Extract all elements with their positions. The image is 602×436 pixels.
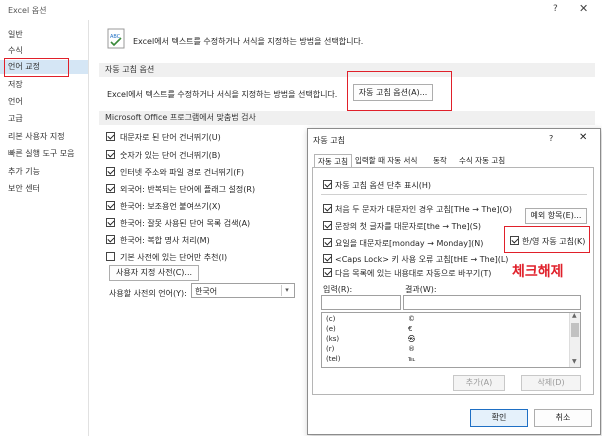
checkbox-main-dictionary-only[interactable] bbox=[106, 252, 115, 261]
highlight-box-proofing bbox=[4, 58, 69, 77]
input-column-label: 입력(R): bbox=[323, 285, 353, 294]
sidebar-item-advanced[interactable]: 고급 bbox=[0, 112, 88, 126]
window-title: Excel 옵션 bbox=[8, 6, 47, 15]
options-sidebar: 일반 수식 언어 교정 저장 언어 고급 리본 사용자 지정 빠른 실행 도구 … bbox=[0, 20, 89, 436]
help-icon[interactable]: ? bbox=[553, 4, 558, 14]
label-ignore-uppercase: 대문자로 된 단어 건너뛰기(U) bbox=[120, 133, 221, 142]
sidebar-item-general[interactable]: 일반 bbox=[0, 28, 88, 42]
checkbox-capitalize-days[interactable] bbox=[323, 238, 332, 247]
checkbox-korean-auxiliary[interactable] bbox=[106, 201, 115, 210]
list-item[interactable]: (c) © bbox=[324, 314, 564, 324]
dialog-close-icon[interactable]: ✕ bbox=[579, 132, 587, 143]
spelling-section-header: Microsoft Office 프로그램에서 맞춤법 검사 bbox=[99, 111, 595, 125]
dictionary-language-label: 사용할 사전의 언어(Y): bbox=[109, 289, 187, 298]
dialog-help-icon[interactable]: ? bbox=[549, 134, 553, 143]
tab-math-autocorrect[interactable]: 수식 자동 고침 bbox=[456, 154, 508, 167]
dictionary-language-value: 한국어 bbox=[195, 287, 218, 296]
list-scrollbar[interactable]: ▲ ▼ bbox=[569, 313, 580, 367]
checkbox-flag-repeated[interactable] bbox=[106, 184, 115, 193]
checkbox-two-initial-capitals[interactable] bbox=[323, 204, 332, 213]
ok-button[interactable]: 확인 bbox=[470, 409, 528, 427]
label-two-initial-capitals: 처음 두 문자가 대문자인 경우 고침[THe → The](O) bbox=[335, 205, 513, 214]
scroll-up-icon[interactable]: ▲ bbox=[572, 313, 577, 319]
uncheck-annotation: 체크해제 bbox=[512, 264, 564, 280]
add-button[interactable]: 추가(A) bbox=[453, 375, 505, 391]
proofing-abc-icon: ABC bbox=[107, 28, 127, 50]
sidebar-item-addins[interactable]: 추가 기능 bbox=[0, 165, 88, 179]
window-titlebar: Excel 옵션 ? ✕ bbox=[0, 0, 602, 20]
exceptions-button[interactable]: 예외 항목(E)... bbox=[525, 208, 587, 224]
delete-button[interactable]: 삭제(D) bbox=[521, 375, 581, 391]
autocorrect-entries-list[interactable]: (c) © (e) € (ks) ㉿ (r) ® (tel) ℡ ▲ ▼ bbox=[321, 312, 581, 368]
dictionary-language-select[interactable]: 한국어 ▾ bbox=[191, 283, 295, 298]
result-column-label: 결과(W): bbox=[405, 285, 437, 294]
label-ignore-internet: 인터넷 주소와 파일 경로 건너뛰기(F) bbox=[120, 168, 245, 177]
highlight-box-hanyoung bbox=[504, 226, 590, 253]
label-capitalize-days: 요일을 대문자로[monday → Monday](N) bbox=[335, 239, 484, 248]
with-result-field[interactable] bbox=[403, 295, 581, 310]
checkbox-korean-compound[interactable] bbox=[106, 235, 115, 244]
sidebar-item-formulas[interactable]: 수식 bbox=[0, 44, 88, 58]
autocorrect-dialog: 자동 고침 ? ✕ 자동 고침 입력할 때 자동 서식 동작 수식 자동 고침 … bbox=[307, 128, 601, 435]
label-show-autocorrect-buttons: 자동 고침 옵션 단추 표시(H) bbox=[335, 181, 432, 190]
label-ignore-numbers: 숫자가 있는 단어 건너뛰기(B) bbox=[120, 151, 221, 160]
tab-actions[interactable]: 동작 bbox=[430, 154, 450, 167]
sidebar-item-save[interactable]: 저장 bbox=[0, 78, 88, 92]
checkbox-ignore-internet[interactable] bbox=[106, 167, 115, 176]
list-item[interactable]: (r) ® bbox=[324, 344, 564, 354]
checkbox-replace-as-you-type[interactable] bbox=[323, 268, 332, 277]
label-caps-lock: <Caps Lock> 키 사용 오류 고침[tHE → The](L) bbox=[335, 255, 509, 264]
label-korean-misused: 한국어: 잘못 사용된 단어 목록 검색(A) bbox=[120, 219, 251, 228]
custom-dictionaries-button[interactable]: 사용자 지정 사전(C)... bbox=[109, 265, 199, 281]
dialog-divider bbox=[321, 194, 587, 195]
label-korean-auxiliary: 한국어: 보조용언 붙여쓰기(X) bbox=[120, 202, 221, 211]
chevron-down-icon[interactable]: ▾ bbox=[281, 285, 292, 296]
label-replace-as-you-type: 다음 목록에 있는 내용대로 자동으로 바꾸기(T) bbox=[335, 269, 492, 278]
label-capitalize-sentences: 문장의 첫 글자를 대문자로[the → The](S) bbox=[335, 222, 481, 231]
sidebar-item-trust-center[interactable]: 보안 센터 bbox=[0, 182, 88, 196]
checkbox-capitalize-sentences[interactable] bbox=[323, 221, 332, 230]
cancel-button[interactable]: 취소 bbox=[534, 409, 592, 427]
dialog-title: 자동 고침 bbox=[313, 136, 345, 145]
label-main-dictionary-only: 기본 사전에 있는 단어만 추천(I) bbox=[120, 253, 228, 262]
sidebar-item-quick-access[interactable]: 빠른 실행 도구 모음 bbox=[0, 147, 88, 161]
label-flag-repeated: 외국어: 반복되는 단어에 플래그 설정(R) bbox=[120, 185, 256, 194]
autocorrect-description: Excel에서 텍스트를 수정하거나 서식을 지정하는 방법을 선택합니다. bbox=[107, 90, 338, 99]
sidebar-item-customize-ribbon[interactable]: 리본 사용자 지정 bbox=[0, 130, 88, 144]
tab-autocorrect[interactable]: 자동 고침 bbox=[314, 154, 352, 168]
checkbox-ignore-uppercase[interactable] bbox=[106, 132, 115, 141]
list-item[interactable]: (ks) ㉿ bbox=[324, 334, 564, 344]
scroll-down-icon[interactable]: ▼ bbox=[572, 358, 577, 365]
sidebar-item-language[interactable]: 언어 bbox=[0, 95, 88, 109]
close-icon[interactable]: ✕ bbox=[579, 2, 588, 15]
list-item[interactable]: (tel) ℡ bbox=[324, 354, 564, 364]
scrollbar-thumb[interactable] bbox=[571, 323, 579, 337]
checkbox-ignore-numbers[interactable] bbox=[106, 150, 115, 159]
replace-input-field[interactable] bbox=[321, 295, 401, 310]
checkbox-korean-misused[interactable] bbox=[106, 218, 115, 227]
label-korean-compound: 한국어: 복합 명사 처리(M) bbox=[120, 236, 210, 245]
list-item[interactable]: (e) € bbox=[324, 324, 564, 334]
tab-autoformat-as-you-type[interactable]: 입력할 때 자동 서식 bbox=[352, 154, 420, 167]
autocorrect-tab-panel: 자동 고침 옵션 단추 표시(H) 처음 두 문자가 대문자인 경우 고침[TH… bbox=[312, 167, 594, 395]
highlight-box-autocorrect-button bbox=[347, 71, 452, 111]
checkbox-caps-lock[interactable] bbox=[323, 254, 332, 263]
pane-header-text: Excel에서 텍스트를 수정하거나 서식을 지정하는 방법을 선택합니다. bbox=[133, 37, 364, 46]
checkbox-show-autocorrect-buttons[interactable] bbox=[323, 180, 332, 189]
